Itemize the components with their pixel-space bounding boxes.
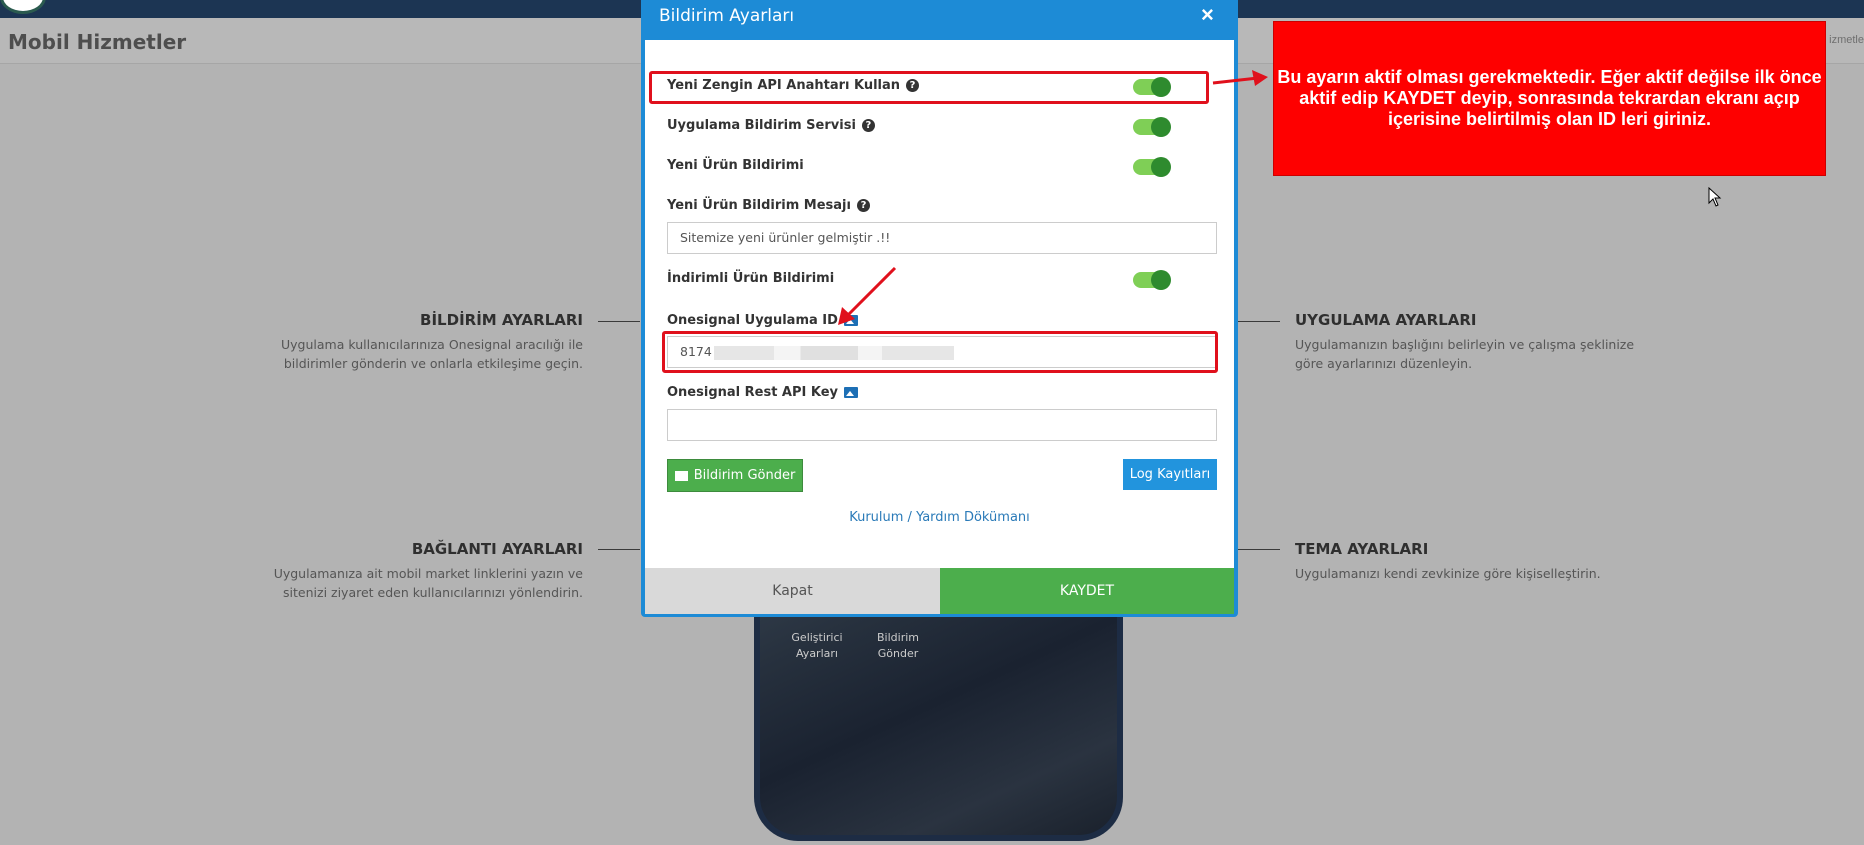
mouse-cursor-icon bbox=[1708, 187, 1722, 207]
annotation-callout: Bu ayarın aktif olması gerekmektedir. Eğ… bbox=[1273, 21, 1826, 176]
arrow-to-callout bbox=[1212, 70, 1268, 86]
arrow-to-app-id bbox=[838, 266, 897, 325]
